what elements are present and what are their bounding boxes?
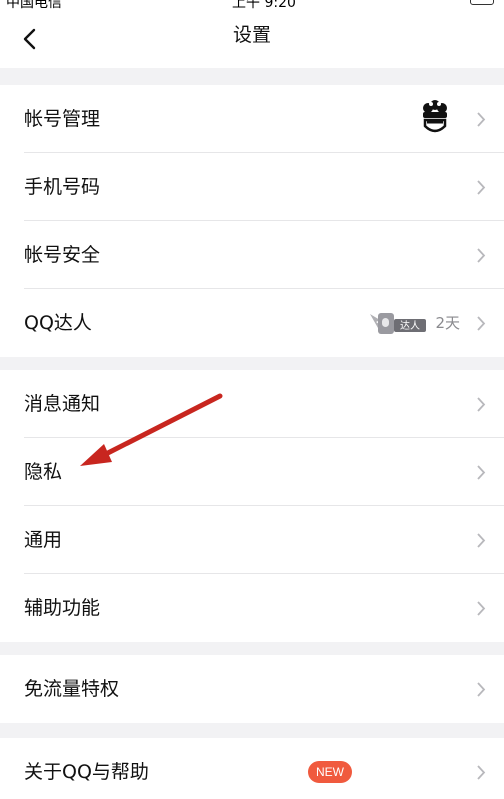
row-phone-number[interactable]: 手机号码 — [0, 153, 504, 221]
row-label: 手机号码 — [24, 176, 101, 198]
about-group: 关于QQ与帮助 NEW — [0, 738, 504, 799]
row-label: QQ达人 — [24, 312, 92, 334]
row-account-management[interactable]: 帐号管理 — [0, 85, 504, 153]
row-about-qq-help[interactable]: 关于QQ与帮助 NEW — [0, 738, 504, 799]
chevron-right-icon — [477, 765, 486, 780]
chevron-right-icon — [477, 533, 486, 548]
row-message-notifications[interactable]: 消息通知 — [0, 370, 504, 438]
row-accessibility[interactable]: 辅助功能 — [0, 574, 504, 642]
chevron-right-icon — [477, 316, 486, 331]
row-label: 帐号管理 — [24, 108, 101, 130]
settings-screen: 中国电信 上午 9:20 设置 帐号管理 手机号码 帐号安全 QQ达人 达人 2… — [0, 0, 504, 799]
avatar-icon — [423, 100, 447, 133]
chevron-right-icon — [477, 112, 486, 127]
navigation-bar: 设置 — [0, 10, 504, 68]
row-label: 免流量特权 — [24, 678, 120, 700]
row-label: 隐私 — [24, 461, 63, 483]
data-free-group: 免流量特权 — [0, 655, 504, 723]
chevron-right-icon — [477, 248, 486, 263]
chevron-right-icon — [477, 465, 486, 480]
page-title: 设置 — [232, 24, 271, 46]
account-group: 帐号管理 手机号码 帐号安全 QQ达人 达人 2天 — [0, 85, 504, 357]
clock: 上午 9:20 — [232, 0, 296, 10]
row-data-free-privilege[interactable]: 免流量特权 — [0, 655, 504, 723]
battery-icon — [470, 0, 494, 5]
row-label: 消息通知 — [24, 393, 101, 415]
row-qq-darren[interactable]: QQ达人 达人 2天 — [0, 289, 504, 357]
row-label: 辅助功能 — [24, 597, 101, 619]
row-general[interactable]: 通用 — [0, 506, 504, 574]
chevron-right-icon — [477, 682, 486, 697]
chevron-right-icon — [477, 397, 486, 412]
chevron-right-icon — [477, 180, 486, 195]
darren-days: 2天 — [435, 314, 460, 332]
row-account-security[interactable]: 帐号安全 — [0, 221, 504, 289]
new-badge: NEW — [308, 761, 352, 783]
row-label: 帐号安全 — [24, 244, 101, 266]
row-privacy[interactable]: 隐私 — [0, 438, 504, 506]
darren-badge-icon: 达人 — [370, 313, 426, 334]
row-label: 关于QQ与帮助 — [24, 761, 149, 783]
status-bar: 中国电信 上午 9:20 — [0, 0, 504, 10]
carrier-label: 中国电信 — [6, 0, 62, 10]
chevron-right-icon — [477, 601, 486, 616]
general-group: 消息通知 隐私 通用 辅助功能 — [0, 370, 504, 642]
darren-badge-text: 达人 — [400, 320, 420, 332]
row-label: 通用 — [24, 529, 63, 551]
